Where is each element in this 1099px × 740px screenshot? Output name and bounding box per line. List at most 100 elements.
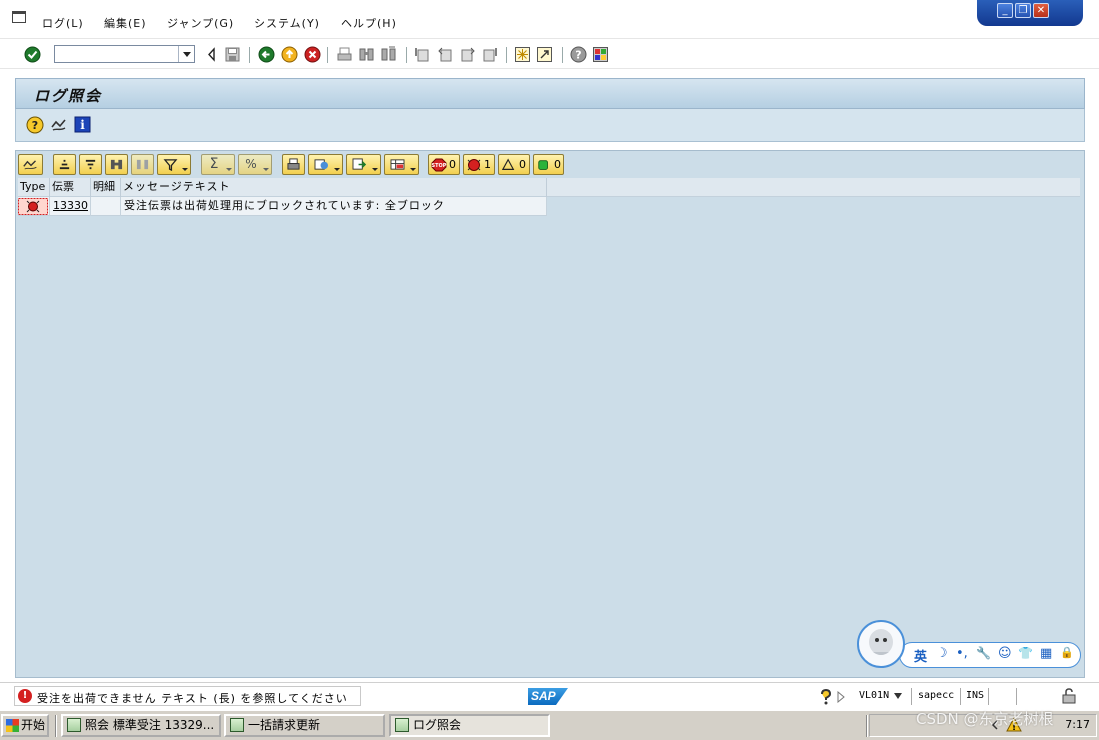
menu-system[interactable]: システム(Y)	[254, 15, 320, 31]
print-icon[interactable]	[336, 46, 353, 63]
svg-text:i: i	[80, 118, 85, 132]
application-toolbar: ? i	[15, 109, 1085, 142]
punctuation-icon[interactable]: •,	[956, 646, 968, 661]
status-separator	[911, 688, 912, 705]
exit-icon[interactable]	[281, 46, 298, 63]
restore-button[interactable]: ❐	[1015, 3, 1031, 18]
task-billing-update[interactable]: 一括請求更新	[224, 714, 385, 737]
info-icon[interactable]: i	[74, 116, 91, 133]
column-header-message[interactable]: メッセージテキスト	[121, 178, 547, 197]
menu-help[interactable]: ヘルプ(H)	[341, 15, 397, 31]
save-icon[interactable]	[224, 46, 241, 63]
print-button[interactable]	[282, 154, 305, 175]
sort-ascending-button[interactable]	[53, 154, 76, 175]
error-counter[interactable]: 1	[463, 154, 495, 175]
sap-window-icon	[67, 718, 81, 732]
taskbar-grip	[55, 715, 57, 737]
error-icon	[18, 198, 48, 215]
enter-icon[interactable]	[24, 46, 41, 63]
grid-icon[interactable]: ▦	[1040, 646, 1052, 661]
status-message[interactable]: ! 受注を出荷できません テキスト (長) を参照してください	[14, 686, 361, 706]
row-type-cell[interactable]	[18, 197, 50, 216]
find-next-icon[interactable]	[380, 46, 397, 63]
start-label: 开始	[21, 718, 46, 732]
page-title: ログ照会	[34, 87, 103, 105]
skin-icon[interactable]: 👕	[1018, 646, 1033, 660]
item-cell[interactable]	[91, 197, 121, 216]
window-controls: _ ❐ ✕	[977, 0, 1083, 26]
export-button[interactable]	[346, 154, 381, 175]
moon-icon[interactable]: ☽	[936, 646, 948, 661]
first-page-icon[interactable]	[414, 46, 431, 63]
clock[interactable]: 7:17	[1065, 718, 1090, 731]
emoji-icon[interactable]: ☺	[998, 646, 1012, 661]
lock-icon[interactable]: 🔒	[1060, 646, 1074, 659]
menu-goto[interactable]: ジャンプ(G)	[167, 15, 234, 31]
back-icon[interactable]	[258, 46, 275, 63]
ime-lang-toggle[interactable]: 英	[914, 646, 927, 665]
sort-descending-button[interactable]	[79, 154, 102, 175]
last-page-icon[interactable]	[481, 46, 498, 63]
command-field[interactable]	[54, 45, 195, 63]
table-header: Type 伝票 明細 メッセージテキスト	[18, 178, 1080, 197]
status-separator	[960, 688, 961, 705]
find-button[interactable]	[105, 154, 128, 175]
next-page-icon[interactable]	[459, 46, 476, 63]
ime-bar[interactable]: 英 ☽ •, 🔧 ☺ 👕 ▦ 🔒	[899, 642, 1081, 668]
status-separator	[988, 688, 989, 705]
help-icon[interactable]	[819, 689, 833, 705]
alv-toolbar: Σ % STOP 0 1 0 0	[18, 154, 1082, 176]
success-counter[interactable]: 0	[533, 154, 564, 175]
new-session-icon[interactable]	[514, 46, 531, 63]
message-cell[interactable]: 受注伝票は出荷処理用にブロックされています: 全ブロック	[121, 197, 547, 216]
windows-logo-icon	[6, 719, 19, 732]
task-display-order[interactable]: 照会 標準受注 13329...	[61, 714, 221, 737]
technical-info-icon[interactable]	[50, 116, 68, 134]
server-name: sapecc	[918, 690, 955, 701]
find-icon[interactable]	[358, 46, 375, 63]
column-header-item[interactable]: 明細	[91, 178, 121, 197]
table-row[interactable]: 13330 受注伝票は出荷処理用にブロックされています: 全ブロック	[18, 197, 547, 216]
error-count: 1	[484, 158, 491, 171]
system-menu-icon[interactable]	[12, 11, 26, 23]
column-header-type[interactable]: Type	[18, 178, 50, 197]
details-button[interactable]	[18, 154, 43, 175]
filter-button[interactable]	[157, 154, 191, 175]
warning-counter[interactable]: 0	[498, 154, 530, 175]
help-icon[interactable]: ?	[570, 46, 587, 63]
document-link[interactable]: 13330	[50, 197, 91, 216]
prev-page-icon[interactable]	[437, 46, 454, 63]
start-button[interactable]: 开始	[1, 714, 49, 737]
find-next-button[interactable]	[131, 154, 154, 175]
column-header-document[interactable]: 伝票	[50, 178, 91, 197]
cancel-icon[interactable]	[304, 46, 321, 63]
insert-mode[interactable]: INS	[966, 690, 984, 701]
transaction-code: VL01N	[859, 690, 890, 701]
expand-status-icon[interactable]	[836, 691, 846, 703]
lock-icon[interactable]	[1060, 687, 1078, 705]
layout-button[interactable]	[384, 154, 419, 175]
ime-avatar[interactable]	[857, 620, 905, 668]
task-log-display[interactable]: ログ照会	[389, 714, 550, 737]
collapse-left-icon[interactable]	[204, 46, 221, 63]
help-icon[interactable]: ?	[26, 116, 44, 134]
toolbar-separator	[562, 47, 563, 63]
chevron-down-icon[interactable]	[178, 46, 194, 62]
menu-log[interactable]: ログ(L)	[42, 15, 84, 31]
stop-counter[interactable]: STOP 0	[428, 154, 460, 175]
sum-button[interactable]: Σ	[201, 154, 235, 175]
close-button[interactable]: ✕	[1033, 3, 1049, 18]
minimize-button[interactable]: _	[997, 3, 1013, 18]
chevron-down-icon[interactable]	[893, 692, 903, 700]
wrench-icon[interactable]: 🔧	[976, 646, 991, 660]
subtotal-button[interactable]: %	[238, 154, 272, 175]
layout-icon[interactable]	[592, 46, 609, 63]
ime-toolbar: 英 ☽ •, 🔧 ☺ 👕 ▦ 🔒	[855, 620, 1083, 670]
svg-text:STOP: STOP	[432, 163, 447, 169]
warning-count: 0	[519, 158, 526, 171]
error-icon: !	[18, 689, 32, 703]
menu-edit[interactable]: 編集(E)	[104, 15, 147, 31]
views-button[interactable]	[308, 154, 343, 175]
shortcut-icon[interactable]	[536, 46, 553, 63]
taskbar-grip	[866, 715, 868, 737]
